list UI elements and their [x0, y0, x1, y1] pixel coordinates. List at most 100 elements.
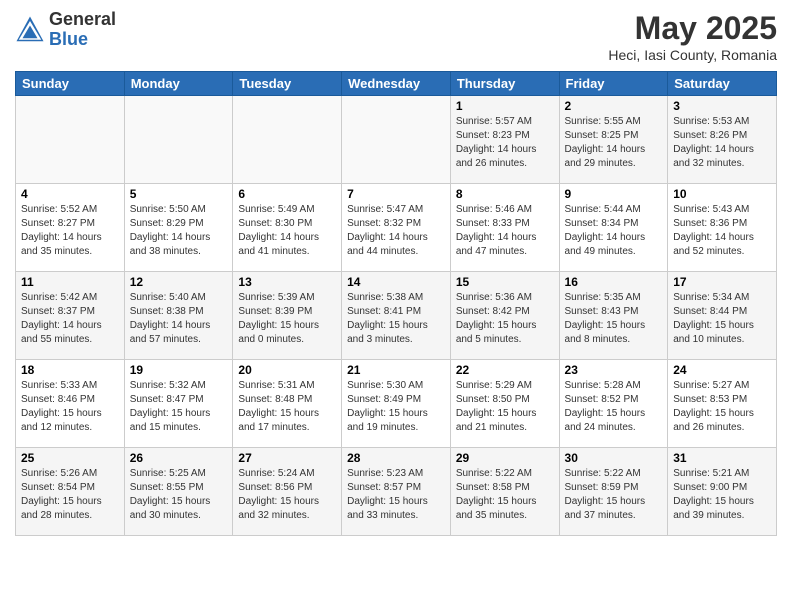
- day-info-4: Sunrise: 5:52 AM Sunset: 8:27 PM Dayligh…: [21, 203, 119, 259]
- header-sunday: Sunday: [16, 72, 125, 96]
- calendar-cell-w5-d7: 31 Sunrise: 5:21 AM Sunset: 9:00 PM Dayli…: [668, 448, 777, 536]
- day-number-12: 12: [130, 275, 228, 289]
- calendar-cell-w4-d4: 21 Sunrise: 5:30 AM Sunset: 8:49 PM Dayli…: [342, 360, 451, 448]
- day-number-29: 29: [456, 451, 554, 465]
- logo-blue-text: Blue: [49, 30, 116, 50]
- day-number-23: 23: [565, 363, 663, 377]
- day-number-17: 17: [673, 275, 771, 289]
- calendar-cell-w4-d5: 22 Sunrise: 5:29 AM Sunset: 8:50 PM Dayli…: [450, 360, 559, 448]
- location-subtitle: Heci, Iasi County, Romania: [608, 47, 777, 63]
- calendar-week-1: 1Sunrise: 5:57 AM Sunset: 8:23 PM Daylig…: [16, 96, 777, 184]
- header-wednesday: Wednesday: [342, 72, 451, 96]
- day-number-21: 21: [347, 363, 445, 377]
- day-info-21: Sunrise: 5:30 AM Sunset: 8:49 PM Dayligh…: [347, 379, 445, 435]
- page-container: General Blue May 2025 Heci, Iasi County,…: [0, 0, 792, 612]
- calendar-week-3: 11 Sunrise: 5:42 AM Sunset: 8:37 PM Dayli…: [16, 272, 777, 360]
- day-info-29: Sunrise: 5:22 AM Sunset: 8:58 PM Dayligh…: [456, 467, 554, 523]
- day-number-11: 11: [21, 275, 119, 289]
- logo-icon: [15, 15, 45, 45]
- day-info-31: Sunrise: 5:21 AM Sunset: 9:00 PM Dayligh…: [673, 467, 771, 523]
- day-info-14: Sunrise: 5:38 AM Sunset: 8:41 PM Dayligh…: [347, 291, 445, 347]
- calendar-cell-w1-d1: [16, 96, 125, 184]
- calendar-week-2: 4 Sunrise: 5:52 AM Sunset: 8:27 PM Daylig…: [16, 184, 777, 272]
- calendar-cell-w4-d1: 18Sunrise: 5:33 AM Sunset: 8:46 PM Dayli…: [16, 360, 125, 448]
- header-friday: Friday: [559, 72, 668, 96]
- day-number-27: 27: [238, 451, 336, 465]
- calendar-cell-w1-d7: 3Sunrise: 5:53 AM Sunset: 8:26 PM Daylig…: [668, 96, 777, 184]
- header: General Blue May 2025 Heci, Iasi County,…: [15, 10, 777, 63]
- day-info-9: Sunrise: 5:44 AM Sunset: 8:34 PM Dayligh…: [565, 203, 663, 259]
- calendar-cell-w2-d4: 7 Sunrise: 5:47 AM Sunset: 8:32 PM Daylig…: [342, 184, 451, 272]
- calendar-cell-w2-d7: 10Sunrise: 5:43 AM Sunset: 8:36 PM Dayli…: [668, 184, 777, 272]
- day-info-17: Sunrise: 5:34 AM Sunset: 8:44 PM Dayligh…: [673, 291, 771, 347]
- day-info-1: Sunrise: 5:57 AM Sunset: 8:23 PM Dayligh…: [456, 115, 554, 171]
- day-info-23: Sunrise: 5:28 AM Sunset: 8:52 PM Dayligh…: [565, 379, 663, 435]
- title-block: May 2025 Heci, Iasi County, Romania: [608, 10, 777, 63]
- day-info-19: Sunrise: 5:32 AM Sunset: 8:47 PM Dayligh…: [130, 379, 228, 435]
- day-number-15: 15: [456, 275, 554, 289]
- day-number-26: 26: [130, 451, 228, 465]
- day-number-9: 9: [565, 187, 663, 201]
- calendar-cell-w1-d4: [342, 96, 451, 184]
- day-info-2: Sunrise: 5:55 AM Sunset: 8:25 PM Dayligh…: [565, 115, 663, 171]
- day-info-10: Sunrise: 5:43 AM Sunset: 8:36 PM Dayligh…: [673, 203, 771, 259]
- day-info-22: Sunrise: 5:29 AM Sunset: 8:50 PM Dayligh…: [456, 379, 554, 435]
- day-number-13: 13: [238, 275, 336, 289]
- day-info-30: Sunrise: 5:22 AM Sunset: 8:59 PM Dayligh…: [565, 467, 663, 523]
- calendar-cell-w1-d2: [124, 96, 233, 184]
- calendar-cell-w3-d3: 13 Sunrise: 5:39 AM Sunset: 8:39 PM Dayli…: [233, 272, 342, 360]
- day-info-28: Sunrise: 5:23 AM Sunset: 8:57 PM Dayligh…: [347, 467, 445, 523]
- day-info-12: Sunrise: 5:40 AM Sunset: 8:38 PM Dayligh…: [130, 291, 228, 347]
- calendar-cell-w4-d3: 20Sunrise: 5:31 AM Sunset: 8:48 PM Dayli…: [233, 360, 342, 448]
- day-number-30: 30: [565, 451, 663, 465]
- calendar-cell-w5-d2: 26 Sunrise: 5:25 AM Sunset: 8:55 PM Dayli…: [124, 448, 233, 536]
- calendar-table: Sunday Monday Tuesday Wednesday Thursday…: [15, 71, 777, 536]
- calendar-cell-w4-d7: 24 Sunrise: 5:27 AM Sunset: 8:53 PM Dayli…: [668, 360, 777, 448]
- calendar-header-row: Sunday Monday Tuesday Wednesday Thursday…: [16, 72, 777, 96]
- day-number-19: 19: [130, 363, 228, 377]
- calendar-cell-w1-d6: 2 Sunrise: 5:55 AM Sunset: 8:25 PM Daylig…: [559, 96, 668, 184]
- day-number-2: 2: [565, 99, 663, 113]
- day-number-4: 4: [21, 187, 119, 201]
- header-tuesday: Tuesday: [233, 72, 342, 96]
- day-info-13: Sunrise: 5:39 AM Sunset: 8:39 PM Dayligh…: [238, 291, 336, 347]
- month-year-title: May 2025: [608, 10, 777, 47]
- logo: General Blue: [15, 10, 116, 50]
- calendar-cell-w2-d2: 5 Sunrise: 5:50 AM Sunset: 8:29 PM Daylig…: [124, 184, 233, 272]
- calendar-cell-w5-d6: 30 Sunrise: 5:22 AM Sunset: 8:59 PM Dayli…: [559, 448, 668, 536]
- calendar-cell-w2-d6: 9 Sunrise: 5:44 AM Sunset: 8:34 PM Daylig…: [559, 184, 668, 272]
- day-number-28: 28: [347, 451, 445, 465]
- header-monday: Monday: [124, 72, 233, 96]
- day-number-3: 3: [673, 99, 771, 113]
- day-number-22: 22: [456, 363, 554, 377]
- day-number-7: 7: [347, 187, 445, 201]
- calendar-week-4: 18Sunrise: 5:33 AM Sunset: 8:46 PM Dayli…: [16, 360, 777, 448]
- day-info-24: Sunrise: 5:27 AM Sunset: 8:53 PM Dayligh…: [673, 379, 771, 435]
- logo-general-text: General: [49, 10, 116, 30]
- calendar-cell-w3-d1: 11 Sunrise: 5:42 AM Sunset: 8:37 PM Dayli…: [16, 272, 125, 360]
- day-info-16: Sunrise: 5:35 AM Sunset: 8:43 PM Dayligh…: [565, 291, 663, 347]
- calendar-cell-w3-d5: 15Sunrise: 5:36 AM Sunset: 8:42 PM Dayli…: [450, 272, 559, 360]
- calendar-cell-w5-d1: 25Sunrise: 5:26 AM Sunset: 8:54 PM Dayli…: [16, 448, 125, 536]
- calendar-cell-w1-d3: [233, 96, 342, 184]
- day-info-11: Sunrise: 5:42 AM Sunset: 8:37 PM Dayligh…: [21, 291, 119, 347]
- calendar-cell-w5-d5: 29 Sunrise: 5:22 AM Sunset: 8:58 PM Dayli…: [450, 448, 559, 536]
- calendar-week-5: 25Sunrise: 5:26 AM Sunset: 8:54 PM Dayli…: [16, 448, 777, 536]
- calendar-cell-w4-d2: 19 Sunrise: 5:32 AM Sunset: 8:47 PM Dayli…: [124, 360, 233, 448]
- day-number-20: 20: [238, 363, 336, 377]
- day-info-7: Sunrise: 5:47 AM Sunset: 8:32 PM Dayligh…: [347, 203, 445, 259]
- day-info-27: Sunrise: 5:24 AM Sunset: 8:56 PM Dayligh…: [238, 467, 336, 523]
- calendar-cell-w1-d5: 1Sunrise: 5:57 AM Sunset: 8:23 PM Daylig…: [450, 96, 559, 184]
- calendar-cell-w3-d4: 14Sunrise: 5:38 AM Sunset: 8:41 PM Dayli…: [342, 272, 451, 360]
- day-info-26: Sunrise: 5:25 AM Sunset: 8:55 PM Dayligh…: [130, 467, 228, 523]
- calendar-cell-w2-d3: 6Sunrise: 5:49 AM Sunset: 8:30 PM Daylig…: [233, 184, 342, 272]
- calendar-cell-w5-d4: 28 Sunrise: 5:23 AM Sunset: 8:57 PM Dayli…: [342, 448, 451, 536]
- calendar-cell-w3-d6: 16Sunrise: 5:35 AM Sunset: 8:43 PM Dayli…: [559, 272, 668, 360]
- day-number-31: 31: [673, 451, 771, 465]
- day-info-5: Sunrise: 5:50 AM Sunset: 8:29 PM Dayligh…: [130, 203, 228, 259]
- header-saturday: Saturday: [668, 72, 777, 96]
- day-number-5: 5: [130, 187, 228, 201]
- day-number-24: 24: [673, 363, 771, 377]
- day-number-8: 8: [456, 187, 554, 201]
- calendar-cell-w2-d5: 8Sunrise: 5:46 AM Sunset: 8:33 PM Daylig…: [450, 184, 559, 272]
